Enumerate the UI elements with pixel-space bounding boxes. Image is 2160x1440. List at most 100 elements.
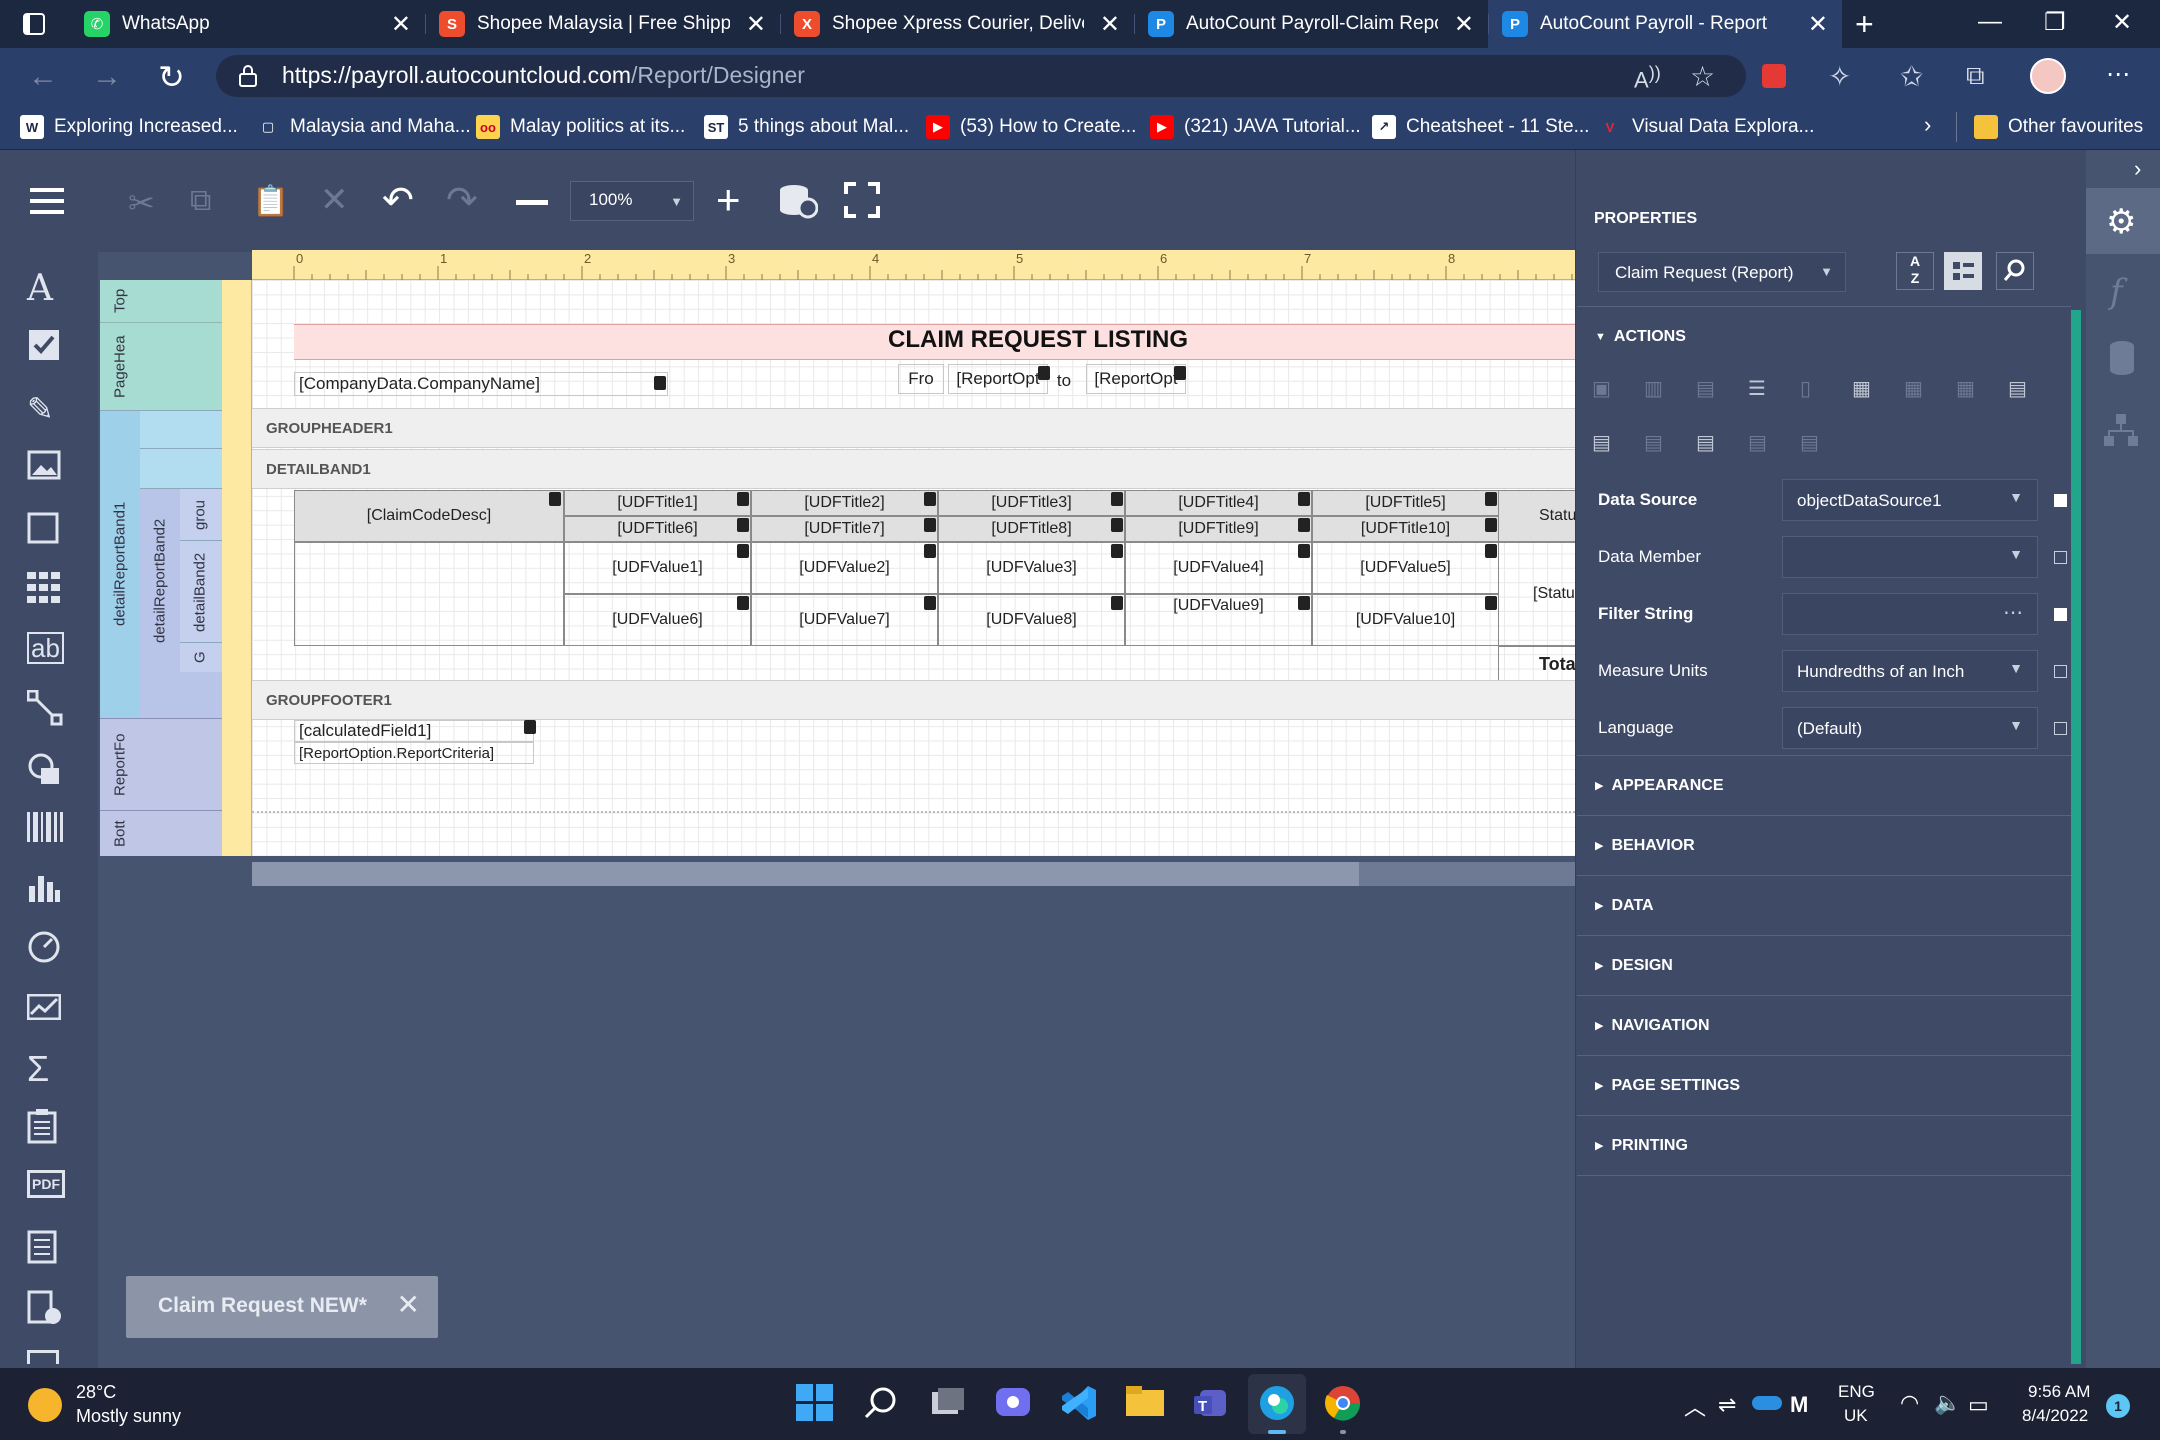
chart-tool-icon[interactable] [27, 872, 61, 902]
udf-value-cell[interactable]: [UDFValue1] [564, 542, 751, 594]
align-action-icon[interactable]: ▥ [1644, 376, 1663, 401]
summary-tool-icon[interactable]: Σ [27, 1048, 49, 1090]
volume-icon[interactable]: 🔈 [1934, 1390, 1961, 1416]
total-label[interactable]: Tota [1498, 646, 1578, 682]
udf-title-cell[interactable]: [UDFTitle1] [564, 490, 751, 516]
align-action-icon[interactable]: ▤ [1696, 376, 1715, 401]
bookmark-item[interactable]: ST 5 things about Mal... [704, 113, 909, 141]
zoom-out-icon[interactable] [516, 200, 548, 205]
section-data[interactable]: ▶ DATA [1577, 875, 2071, 935]
collapse-panel-icon[interactable]: › [2134, 156, 2141, 182]
label-tool-icon[interactable]: A [27, 268, 53, 309]
report-title[interactable]: CLAIM REQUEST LISTING [888, 326, 1188, 354]
minimize-button[interactable]: — [1978, 8, 2002, 36]
panel-tool-icon[interactable] [27, 512, 59, 544]
scrollbar-thumb[interactable] [252, 862, 1359, 886]
band-label-detailreportband2[interactable]: detailReportBand2 [146, 490, 174, 672]
document-tab[interactable]: Claim Request NEW* ✕ [126, 1276, 438, 1338]
menu-icon[interactable] [30, 186, 66, 216]
chevron-down-icon[interactable]: ▼ [2009, 717, 2023, 733]
property-value-field[interactable]: ▼ [1782, 536, 2038, 578]
udf-title-cell[interactable]: [UDFTitle6] [564, 516, 751, 542]
ellipsis-icon[interactable]: ⋯ [2003, 600, 2023, 625]
close-tab-icon[interactable]: ✕ [746, 10, 766, 39]
udf-title-cell[interactable]: [UDFTitle2] [751, 490, 938, 516]
clock-time[interactable]: 9:56 AM [2028, 1382, 2090, 1402]
report-explorer-icon[interactable] [2104, 414, 2138, 448]
language-primary[interactable]: ENG [1838, 1382, 1875, 1402]
size-action-icon[interactable]: ▤ [1748, 430, 1767, 455]
chrome-icon[interactable] [1324, 1384, 1366, 1426]
task-view-icon[interactable] [928, 1384, 970, 1426]
company-name-field[interactable]: [CompanyData.CompanyName] [294, 372, 668, 396]
collections-icon[interactable]: ⧉ [1966, 60, 1985, 92]
align-action-icon[interactable]: ☰ [1748, 376, 1766, 401]
lock-icon[interactable] [238, 64, 258, 88]
tray-overflow-icon[interactable]: ︿ [1684, 1390, 1706, 1422]
app-tray-icon[interactable]: M [1790, 1392, 1808, 1418]
barcode-tool-icon[interactable] [27, 812, 63, 842]
section-actions[interactable]: ▼ ACTIONS [1577, 306, 2071, 366]
extension-icon[interactable] [1762, 64, 1786, 88]
band-label-detailband2[interactable]: detailBand2 [186, 542, 214, 642]
browser-tab[interactable]: X Shopee Xpress Courier, Delivery ✕ [780, 0, 1134, 48]
checkbox-tool-icon[interactable] [27, 328, 61, 362]
more-tools-icon[interactable] [27, 1350, 59, 1364]
edge-icon[interactable] [1258, 1384, 1300, 1426]
shape-tool-icon[interactable] [27, 752, 61, 786]
property-flag-checkbox[interactable] [2054, 722, 2067, 735]
richtext-tool-icon[interactable]: ✎ [27, 390, 54, 428]
clock-date[interactable]: 8/4/2022 [2022, 1406, 2088, 1426]
udf-value-cell[interactable]: [UDFValue8] [938, 594, 1125, 646]
close-icon[interactable]: ✕ [397, 1288, 420, 1321]
characters-tool-icon[interactable]: ab [27, 632, 64, 664]
band-label-g[interactable]: G [186, 642, 214, 672]
band-label-group[interactable]: grou [186, 490, 214, 540]
bookmark-item[interactable]: ▶ (321) JAVA Tutorial... [1150, 113, 1361, 141]
property-flag-checkbox[interactable] [2054, 494, 2067, 507]
group-header1-band[interactable]: GROUPHEADER1 [252, 408, 1575, 448]
favorites-icon[interactable]: ✩ [1900, 60, 1923, 93]
section-printing[interactable]: ▶ PRINTING [1577, 1115, 2071, 1175]
field-list-icon[interactable] [2108, 340, 2136, 376]
group-footer1-band[interactable]: GROUPFOOTER1 [252, 680, 1575, 720]
start-icon[interactable] [796, 1384, 838, 1426]
fullscreen-icon[interactable] [844, 182, 880, 218]
add-favorite-icon[interactable]: ☆ [1690, 60, 1715, 93]
udf-value-cell[interactable]: [UDFValue9] [1125, 594, 1312, 646]
section-behavior[interactable]: ▶ BEHAVIOR [1577, 815, 2071, 875]
calculated-field[interactable]: [calculatedField1] [294, 720, 534, 742]
read-aloud-icon[interactable]: A)) [1634, 62, 1661, 93]
cut-icon[interactable]: ✂ [128, 184, 155, 222]
teams-icon[interactable]: T [1192, 1384, 1234, 1426]
band-label-reportfooter[interactable]: ReportFo [106, 720, 134, 810]
browser-tab[interactable]: P AutoCount Payroll-Claim Report ✕ [1134, 0, 1488, 48]
table-tool-icon[interactable] [27, 572, 61, 604]
udf-title-cell[interactable]: [UDFTitle4] [1125, 490, 1312, 516]
udf-title-cell[interactable]: [UDFTitle3] [938, 490, 1125, 516]
band-label-top[interactable]: Top [106, 280, 134, 322]
align-action-icon[interactable]: ▣ [1592, 376, 1611, 401]
sort-alphabetical-icon[interactable]: AZ [1896, 252, 1934, 290]
notification-badge[interactable]: 1 [2106, 1394, 2130, 1418]
to-label[interactable]: to [1050, 366, 1078, 396]
size-action-icon[interactable]: ▤ [1644, 430, 1663, 455]
property-flag-checkbox[interactable] [2054, 551, 2067, 564]
claim-code-header[interactable]: [ClaimCodeDesc] [294, 490, 564, 542]
status-header[interactable]: Statu [1498, 490, 1578, 542]
info-doc-tool-icon[interactable] [27, 1290, 61, 1326]
browser-tab[interactable]: S Shopee Malaysia | Free Shipping ✕ [425, 0, 780, 48]
other-favourites[interactable]: Other favourites [1974, 113, 2143, 141]
property-value-field[interactable]: (Default) ▼ [1782, 707, 2038, 749]
section-page-settings[interactable]: ▶ PAGE SETTINGS [1577, 1055, 2071, 1115]
detail-band1-band[interactable]: DETAILBAND1 [252, 449, 1575, 489]
chevron-down-icon[interactable]: ▼ [2009, 546, 2023, 562]
section-design[interactable]: ▶ DESIGN [1577, 935, 2071, 995]
picture-tool-icon[interactable] [27, 450, 61, 480]
gear-icon[interactable]: ⚙ [2106, 202, 2136, 242]
vscode-icon[interactable] [1060, 1384, 1102, 1426]
report-page[interactable]: CLAIM REQUEST LISTING [CompanyData.Compa… [252, 280, 1578, 856]
property-flag-checkbox[interactable] [2054, 608, 2067, 621]
udf-value-cell[interactable]: [UDFValue7] [751, 594, 938, 646]
search-icon[interactable] [862, 1384, 904, 1426]
